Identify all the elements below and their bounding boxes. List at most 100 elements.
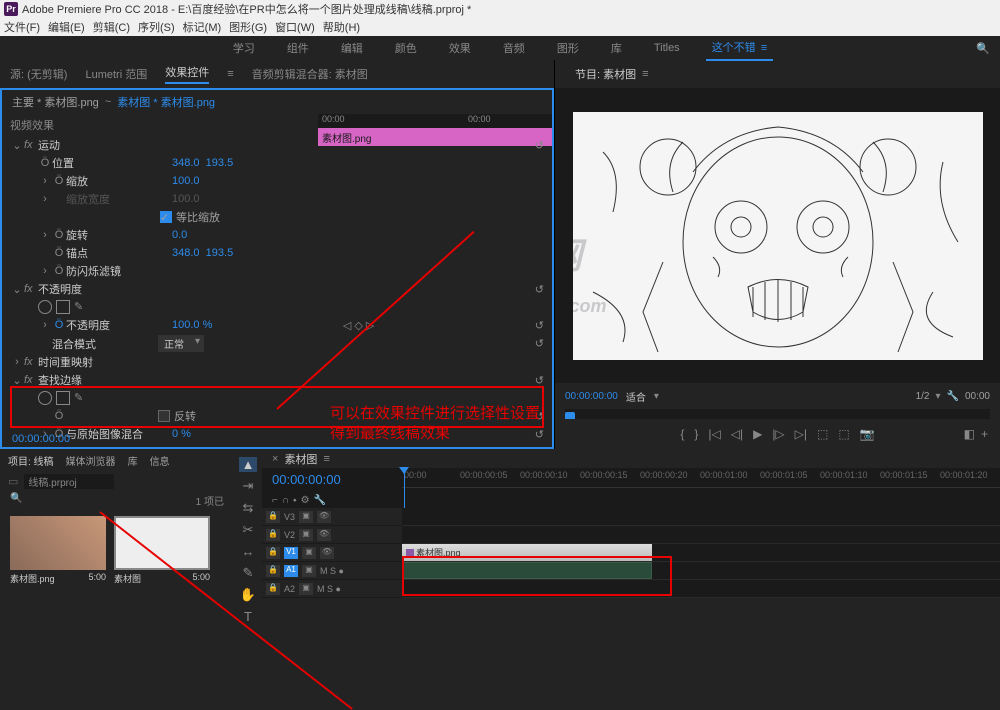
plus-icon[interactable]: + [981, 427, 988, 441]
toggle-icon[interactable]: ⌄ [10, 374, 24, 387]
marker-icon[interactable]: ⬩ [293, 495, 297, 506]
prev-frame-icon[interactable]: |◁ [708, 427, 720, 441]
position-y[interactable]: 193.5 [206, 157, 234, 169]
track-audio-controls[interactable]: M S ● [320, 566, 344, 576]
toggle-icon[interactable]: › [38, 319, 52, 331]
slip-tool-icon[interactable]: ↔ [239, 544, 257, 559]
track-audio-controls[interactable]: M S ● [317, 584, 341, 594]
blend-dropdown[interactable]: 正常 [158, 335, 204, 352]
timeline-tab-label[interactable]: 素材图 [284, 451, 317, 467]
track-eye-icon[interactable]: 👁 [317, 511, 331, 523]
blend-original-value[interactable]: 0 % [172, 428, 191, 440]
tab-source[interactable]: 源: (无剪辑) [10, 66, 67, 82]
toggle-icon[interactable]: › [38, 193, 52, 205]
ws-titles[interactable]: Titles [648, 38, 686, 58]
lift-icon[interactable]: ⬚ [817, 427, 828, 441]
stopwatch-icon[interactable]: Ö [52, 229, 66, 241]
tab-library[interactable]: 库 [128, 453, 138, 468]
anchor-x[interactable]: 348.0 [172, 247, 200, 259]
ws-effects[interactable]: 效果 [443, 36, 477, 60]
link-icon[interactable]: ∩ [282, 495, 289, 506]
tab-media-browser[interactable]: 媒体浏览器 [66, 453, 116, 468]
toggle-icon[interactable]: › [38, 265, 52, 277]
pen-tool-icon[interactable]: ✎ [239, 565, 257, 581]
track-a2[interactable]: 🔒 A2 ▣ M S ● [262, 580, 402, 598]
track-output-icon[interactable]: ▣ [299, 511, 313, 523]
track-a1[interactable]: 🔒 A1 ▣ M S ● [262, 562, 402, 580]
track-output-icon[interactable]: ▣ [299, 529, 313, 541]
stopwatch-icon[interactable]: Ö [52, 175, 66, 187]
panel-menu-icon[interactable]: ≡ [323, 453, 329, 465]
play-icon[interactable]: ▶ [753, 427, 762, 441]
stopwatch-icon[interactable]: Ö [52, 247, 66, 259]
timeline-timecode[interactable]: 00:00:00:00 [262, 468, 402, 493]
wrench-icon[interactable]: 🔧 [314, 495, 326, 506]
extract-icon[interactable]: ⬚ [838, 427, 849, 441]
preview-tab-label[interactable]: 节目: 素材图 [575, 66, 636, 82]
position-x[interactable]: 348.0 [172, 157, 200, 169]
tab-lumetri[interactable]: Lumetri 范围 [85, 66, 147, 82]
track-output-icon[interactable]: ▣ [302, 565, 316, 577]
reset-icon[interactable]: ↺ [535, 374, 544, 387]
toggle-icon[interactable]: › [38, 229, 52, 241]
razor-tool-icon[interactable]: ✂ [239, 522, 257, 538]
thumb-item[interactable]: 素材图.png 5:00 [10, 516, 106, 587]
ripple-tool-icon[interactable]: ⇆ [239, 500, 257, 516]
toggle-icon[interactable]: › [10, 356, 24, 368]
menu-window[interactable]: 窗口(W) [275, 19, 315, 35]
track-v3[interactable]: 🔒 V3 ▣ 👁 [262, 508, 402, 526]
tl-x-icon[interactable]: × [272, 453, 278, 465]
track-eye-icon[interactable]: 👁 [317, 529, 331, 541]
step-fwd-icon[interactable]: |▷ [772, 427, 784, 441]
tab-project[interactable]: 项目: 线稿 [8, 453, 54, 468]
export-frame-icon[interactable]: 📷 [860, 427, 875, 441]
bin-icon[interactable]: ▭ [8, 475, 18, 488]
track-content-v3[interactable] [402, 508, 1000, 526]
effect-motion[interactable]: ⌄ fx 运动 ↺ [10, 136, 544, 154]
fraction-label[interactable]: 1/2 [916, 391, 930, 402]
selection-tool-icon[interactable]: ▲ [239, 457, 257, 472]
panel-menu-icon[interactable]: ≡ [642, 68, 648, 80]
tab-effect-controls[interactable]: 效果控件 [165, 64, 209, 84]
reset-icon[interactable]: ↺ [535, 319, 544, 332]
ws-editing[interactable]: 编辑 [335, 36, 369, 60]
toggle-icon[interactable]: › [38, 175, 52, 187]
stopwatch-icon[interactable]: Ö [52, 319, 66, 331]
menu-sequence[interactable]: 序列(S) [138, 19, 175, 35]
ws-assembly[interactable]: 组件 [281, 36, 315, 60]
effect-time-remap[interactable]: › fx 时间重映射 [10, 353, 544, 371]
preview-viewport[interactable]: GX/网system.com [555, 88, 1000, 383]
reset-icon[interactable]: ↺ [535, 283, 544, 296]
mark-out-icon[interactable]: } [694, 427, 698, 441]
panel-menu-icon[interactable]: ≡ [227, 68, 233, 80]
effects-timecode[interactable]: 00:00:00:00 [12, 433, 70, 445]
stopwatch-icon[interactable]: Ö [38, 157, 52, 169]
ws-graphics[interactable]: 图形 [551, 36, 585, 60]
menu-edit[interactable]: 编辑(E) [48, 19, 85, 35]
track-lock-icon[interactable]: 🔒 [266, 565, 280, 577]
preview-scrubber[interactable] [565, 409, 990, 419]
track-output-icon[interactable]: ▣ [302, 547, 316, 559]
track-v2[interactable]: 🔒 V2 ▣ 👁 [262, 526, 402, 544]
ws-learn[interactable]: 学习 [227, 36, 261, 60]
ws-menu-icon[interactable]: ≡ [761, 42, 767, 54]
reset-icon[interactable]: ↺ [535, 139, 544, 152]
track-lock-icon[interactable]: 🔒 [266, 511, 280, 523]
anchor-y[interactable]: 193.5 [206, 247, 234, 259]
menu-file[interactable]: 文件(F) [4, 19, 40, 35]
scale-value[interactable]: 100.0 [172, 175, 200, 187]
track-lock-icon[interactable]: 🔒 [266, 529, 280, 541]
track-lock-icon[interactable]: 🔒 [266, 547, 280, 559]
toggle-icon[interactable]: ⌄ [10, 283, 24, 296]
search-icon[interactable]: 🔍 [976, 42, 990, 55]
ws-audio[interactable]: 音频 [497, 36, 531, 60]
stopwatch-icon[interactable]: Ö [52, 265, 66, 277]
toggle-icon[interactable]: ⌄ [10, 139, 24, 152]
step-back-icon[interactable]: ◁| [731, 427, 743, 441]
preview-timecode[interactable]: 00:00:00:00 [565, 391, 618, 402]
compare-icon[interactable]: ◧ [964, 427, 975, 441]
ellipse-mask-icon[interactable] [38, 300, 52, 314]
settings-icon[interactable]: ⚙ [301, 495, 310, 506]
track-eye-icon[interactable]: 👁 [320, 547, 334, 559]
track-content-v2[interactable] [402, 526, 1000, 544]
